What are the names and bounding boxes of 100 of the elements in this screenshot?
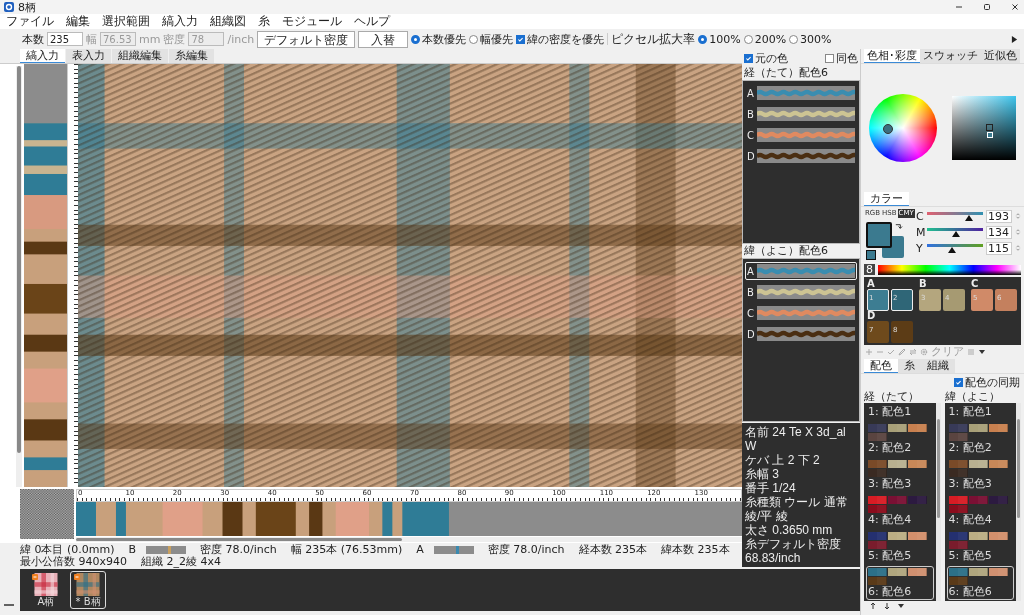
scheme-item[interactable]: 1: 配色1 (866, 404, 934, 420)
slider-thumb[interactable] (965, 215, 974, 221)
scheme-item[interactable]: 5: 配色5 (946, 530, 1014, 564)
yarn-item[interactable]: B (745, 283, 857, 301)
group-label: D (867, 311, 877, 321)
checkbox[interactable] (825, 54, 834, 63)
menu-item[interactable]: ファイル (6, 13, 54, 30)
scrollbar[interactable] (1016, 403, 1021, 601)
checkbox-label: 配色の同期 (965, 375, 1020, 390)
checkbox[interactable] (516, 34, 526, 44)
scheme-item[interactable]: 6: 配色6 (866, 566, 934, 600)
yarn-label: A (416, 544, 424, 556)
scheme-item[interactable]: 4: 配色4 (946, 494, 1014, 528)
swap-button[interactable]: 入替 (358, 30, 409, 48)
radio-button[interactable] (743, 34, 753, 44)
radio-button[interactable] (698, 34, 708, 44)
width-label: 幅 (86, 31, 97, 47)
zoom-label: ピクセル拡大率 (611, 30, 696, 48)
checkbox[interactable] (954, 378, 963, 387)
tab[interactable]: カラー (864, 192, 909, 206)
saturation-value-picker[interactable] (952, 96, 1017, 160)
yarn-letter: B (747, 108, 755, 120)
menu-item[interactable]: ヘルプ (354, 13, 390, 30)
scheme-item[interactable]: 3: 配色3 (866, 458, 934, 492)
restore-icon[interactable] (982, 2, 992, 12)
tab[interactable]: 組織 (921, 359, 955, 373)
yarn-item[interactable]: C (745, 304, 857, 322)
slider-thumb[interactable] (948, 247, 957, 253)
pattern-thumbnail[interactable]: * B柄 (70, 571, 106, 609)
yarn-item[interactable]: C (745, 126, 857, 144)
yarn-item[interactable]: D (745, 325, 857, 343)
info-line: 番手 1/24 (745, 481, 797, 495)
status-text: 緯 0本目 (0.0mm) (20, 544, 115, 556)
tab[interactable]: 縞入力 (20, 49, 65, 63)
tab[interactable]: 配色 (864, 359, 898, 373)
yarn-item[interactable]: B (745, 105, 857, 123)
scheme-item[interactable]: 1: 配色1 (946, 404, 1014, 420)
count-field[interactable]: 235 (47, 32, 83, 46)
swatch-number: 8 (864, 264, 875, 275)
slider-thumb[interactable] (952, 231, 961, 237)
collapse-icon[interactable] (4, 603, 14, 607)
scrollbar[interactable] (16, 66, 22, 487)
menu-item[interactable]: モジュール (282, 13, 342, 30)
radio-label: 300% (800, 32, 832, 46)
menu-item[interactable]: 編集 (66, 13, 90, 30)
tab[interactable]: 色相･彩度 (864, 49, 920, 63)
radio-button[interactable] (469, 34, 479, 44)
status-text: 緯本数 235本 (661, 544, 730, 556)
scrollbar[interactable] (935, 403, 941, 601)
menu-item[interactable]: 糸 (258, 13, 270, 30)
value-field[interactable]: 115 (986, 241, 1012, 255)
info-line: 糸幅 3 (745, 467, 780, 481)
close-icon[interactable] (1010, 2, 1020, 12)
pattern-thumbnail[interactable]: A柄 (28, 571, 64, 609)
window-title: 8柄 (18, 0, 36, 15)
scheme-item[interactable]: 4: 配色4 (866, 494, 934, 528)
column-title: 緯（よこ） (944, 391, 1001, 403)
status-text: 密度 78.0/inch (487, 544, 565, 556)
yarn-letter: A (747, 265, 755, 277)
play-icon[interactable] (1011, 34, 1018, 44)
status-text: 組織 2_2綾 4x4 (141, 556, 221, 568)
tab[interactable]: 組織編集 (112, 49, 168, 63)
value-field[interactable]: 134 (986, 225, 1012, 239)
scrollbar[interactable] (76, 537, 742, 542)
yarn-item[interactable]: D (745, 147, 857, 165)
unit-label: /inch (227, 32, 255, 46)
status-text: 幅 235本 (76.53mm) (290, 544, 403, 556)
menu-item[interactable]: 縞入力 (162, 13, 198, 30)
tab[interactable]: 糸 (898, 359, 921, 373)
default-density-button[interactable]: デフォルト密度 (257, 30, 356, 48)
scheme-item[interactable]: 6: 配色6 (946, 566, 1014, 600)
yarn-item[interactable]: A (745, 262, 857, 280)
scheme-item[interactable]: 5: 配色5 (866, 530, 934, 564)
caret-icon[interactable] (978, 348, 986, 356)
menu-item[interactable]: 組織図 (210, 13, 246, 30)
yarn-letter: B (747, 286, 755, 298)
tab[interactable]: 糸編集 (169, 49, 214, 63)
status-text: 経本数 235本 (578, 544, 648, 556)
checkbox-label: 同色 (836, 51, 858, 66)
tab[interactable]: スウォッチ (920, 49, 981, 63)
scheme-item[interactable]: 2: 配色2 (866, 422, 934, 456)
tab[interactable]: 近似色 (981, 49, 1020, 63)
scheme-label: 5: 配色5 (868, 550, 913, 562)
radio-button[interactable] (411, 34, 421, 44)
info-line: 太さ 0.3650 mm (745, 523, 834, 537)
tab[interactable]: 表入力 (66, 49, 111, 63)
value-field[interactable]: 193 (986, 209, 1012, 223)
checkbox[interactable] (744, 54, 753, 63)
section-title: 緯（よこ）配色6 (743, 245, 829, 257)
spectrum-bar[interactable] (878, 264, 1021, 275)
scheme-item[interactable]: 2: 配色2 (946, 422, 1014, 456)
yarn-item[interactable]: A (745, 84, 857, 102)
scheme-item[interactable]: 3: 配色3 (946, 458, 1014, 492)
status-text: 密度 78.0/inch (200, 544, 277, 556)
down-arrow-icon[interactable] (883, 602, 891, 610)
up-arrow-icon[interactable] (869, 602, 877, 610)
check-icon[interactable] (887, 348, 895, 356)
menu-item[interactable]: 選択範囲 (102, 13, 150, 30)
radio-button[interactable] (789, 34, 799, 44)
group-label: A (867, 279, 876, 289)
